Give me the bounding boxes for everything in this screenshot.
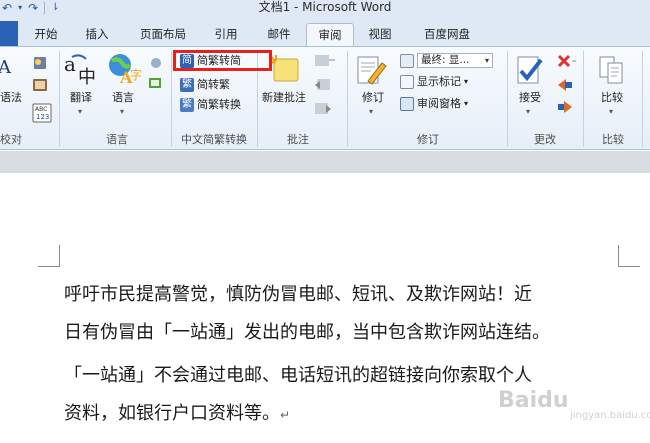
tab-references[interactable]: 引用 bbox=[206, 23, 246, 46]
previous-change-icon[interactable] bbox=[556, 77, 574, 93]
language-options-icon[interactable] bbox=[148, 55, 164, 71]
accept-icon[interactable] bbox=[514, 55, 546, 87]
reviewing-pane-button[interactable]: 审阅窗格 ▾ bbox=[400, 97, 468, 111]
spelling-button-label[interactable]: 语法 bbox=[0, 91, 22, 105]
compare-group-label: 比较 bbox=[602, 133, 624, 146]
accept-label[interactable]: 接受 bbox=[512, 91, 548, 105]
thesaurus-icon[interactable] bbox=[32, 77, 50, 93]
reject-icon[interactable] bbox=[556, 53, 578, 69]
chinese-conversion-label: 简繁转换 bbox=[197, 98, 241, 111]
chevron-down-icon[interactable]: ▾ bbox=[120, 107, 124, 116]
document-line-4-text: 资料，如银行户口资料等。 bbox=[64, 403, 280, 424]
next-change-icon[interactable] bbox=[556, 99, 574, 115]
previous-comment-icon[interactable] bbox=[314, 77, 332, 93]
ribbon-tab-bar: 开始 插入 页面布局 引用 邮件 审阅 视图 百度网盘 bbox=[0, 16, 650, 46]
conversion-icon: 繁 bbox=[180, 98, 194, 112]
document-line-3[interactable]: 「一站通」不会通过电邮、电话短讯的超链接向你索取个人 bbox=[64, 367, 634, 385]
ribbon: A 语法 ABC 123 校对 a 中 翻译 ▾ A 字 语言 ▾ 语言 简 简… bbox=[0, 46, 650, 150]
research-icon[interactable] bbox=[32, 55, 50, 71]
chevron-down-icon[interactable]: ▾ bbox=[369, 107, 373, 116]
svg-text:A: A bbox=[0, 57, 12, 77]
window-title: 文档1 - Microsoft Word bbox=[258, 0, 392, 14]
tab-insert[interactable]: 插入 bbox=[76, 23, 118, 46]
title-bar: ↶ ▾ ↷ ⇂ 文档1 - Microsoft Word bbox=[0, 0, 650, 16]
svg-text:中: 中 bbox=[78, 67, 96, 87]
group-separator bbox=[583, 51, 584, 147]
simplified-to-traditional-button[interactable]: 繁 简转繁 bbox=[180, 78, 230, 92]
tab-page-layout[interactable]: 页面布局 bbox=[132, 23, 194, 46]
display-for-review-combo[interactable]: 最终: 显... ▾ bbox=[400, 53, 493, 68]
language-button-label[interactable]: 语言 bbox=[108, 91, 138, 105]
simplified-to-traditional-label: 简转繁 bbox=[197, 78, 230, 91]
language-icon[interactable]: A 字 bbox=[106, 51, 142, 87]
changes-group-label: 更改 bbox=[534, 133, 556, 146]
tab-view[interactable]: 视图 bbox=[360, 23, 400, 46]
comments-group-label: 批注 bbox=[287, 133, 309, 146]
tracking-group-label: 修订 bbox=[417, 133, 439, 146]
track-changes-label[interactable]: 修订 bbox=[356, 91, 390, 105]
compare-label[interactable]: 比较 bbox=[594, 91, 630, 105]
paragraph-mark: ↵ bbox=[280, 408, 291, 422]
show-markup-button[interactable]: 显示标记 ▾ bbox=[400, 75, 468, 89]
new-comment-label[interactable]: 新建批注 bbox=[260, 91, 308, 105]
translate-icon[interactable]: a 中 bbox=[64, 53, 100, 87]
chevron-down-icon[interactable]: ▾ bbox=[609, 107, 613, 116]
document-line-2[interactable]: 日有伪冒由「一站通」发出的电邮，当中包含欺诈网站连结。 bbox=[64, 324, 634, 342]
document-background bbox=[0, 151, 650, 173]
new-comment-icon[interactable] bbox=[268, 55, 302, 87]
document-line-1[interactable]: 呼吁市民提高警觉，慎防伪冒电邮、短讯、及欺诈网站！近 bbox=[64, 286, 634, 304]
group-separator bbox=[59, 51, 60, 147]
track-changes-icon[interactable] bbox=[356, 55, 388, 87]
group-separator bbox=[642, 51, 643, 147]
display-review-icon bbox=[400, 53, 414, 68]
proofing-group-label: 校对 bbox=[0, 133, 22, 146]
svg-text:字: 字 bbox=[130, 67, 142, 82]
show-markup-label: 显示标记 bbox=[417, 75, 461, 88]
display-for-review-select[interactable]: 最终: 显... ▾ bbox=[417, 53, 493, 68]
chinese-conversion-button[interactable]: 繁 简繁转换 bbox=[180, 98, 241, 112]
language-add-icon[interactable] bbox=[148, 75, 164, 91]
svg-text:ABC: ABC bbox=[35, 106, 47, 113]
tab-home[interactable]: 开始 bbox=[28, 23, 64, 46]
tab-review[interactable]: 审阅 bbox=[306, 23, 354, 46]
language-group-label: 语言 bbox=[106, 133, 128, 146]
chevron-down-icon[interactable]: ▾ bbox=[526, 107, 530, 116]
reviewing-pane-label: 审阅窗格 bbox=[417, 97, 461, 110]
reviewing-pane-icon bbox=[400, 97, 414, 111]
watermark: Baidu jingyan.baidu.com bbox=[498, 388, 650, 421]
chinese-conversion-group-label: 中文简繁转换 bbox=[181, 133, 247, 146]
file-tab[interactable] bbox=[0, 21, 18, 46]
simp-trad-icon: 繁 bbox=[180, 78, 194, 92]
show-markup-icon bbox=[400, 75, 414, 89]
spelling-icon: A bbox=[0, 57, 12, 77]
compare-icon[interactable] bbox=[598, 55, 626, 87]
tab-mailings[interactable]: 邮件 bbox=[258, 23, 300, 46]
svg-text:123: 123 bbox=[36, 113, 49, 121]
page-margin-corner bbox=[38, 245, 60, 267]
translate-button-label[interactable]: 翻译 bbox=[66, 91, 96, 105]
page-margin-corner bbox=[618, 245, 640, 267]
word-count-icon[interactable]: ABC 123 bbox=[32, 103, 52, 123]
next-comment-icon[interactable] bbox=[314, 101, 332, 117]
delete-comment-icon[interactable] bbox=[314, 53, 338, 69]
chevron-down-icon[interactable]: ▾ bbox=[78, 107, 82, 116]
highlight-box bbox=[173, 50, 272, 71]
tab-baidu-netdisk[interactable]: 百度网盘 bbox=[414, 23, 480, 46]
